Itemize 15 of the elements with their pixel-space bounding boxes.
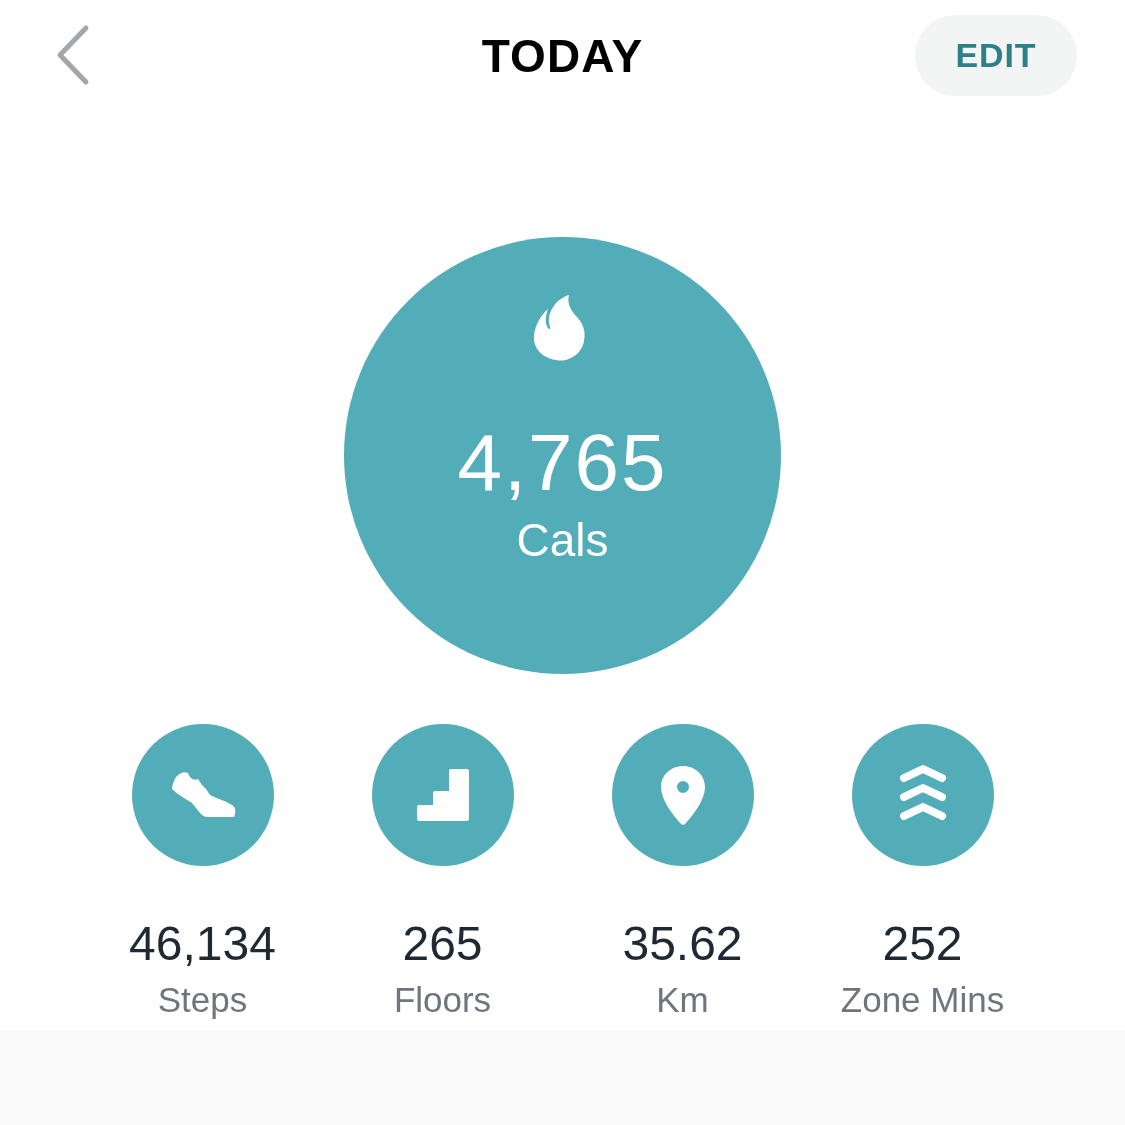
location-pin-icon [658,764,707,826]
stat-value: 252 [882,920,963,968]
stat-label: Zone Mins [840,982,1005,1017]
stat-value: 35.62 [622,920,743,968]
shoe-icon [169,771,236,819]
stat-value: 46,134 [129,920,276,968]
stairs-icon [414,767,471,823]
stat-label: Steps [157,982,248,1017]
calories-value: 4,765 [457,423,668,503]
stat-label: Floors [393,982,492,1017]
stat-label: Km [656,982,709,1017]
calories-unit: Cals [516,517,609,563]
edit-button[interactable]: EDIT [915,15,1077,96]
page-title: TODAY [481,33,644,79]
stat-value: 265 [402,920,483,968]
